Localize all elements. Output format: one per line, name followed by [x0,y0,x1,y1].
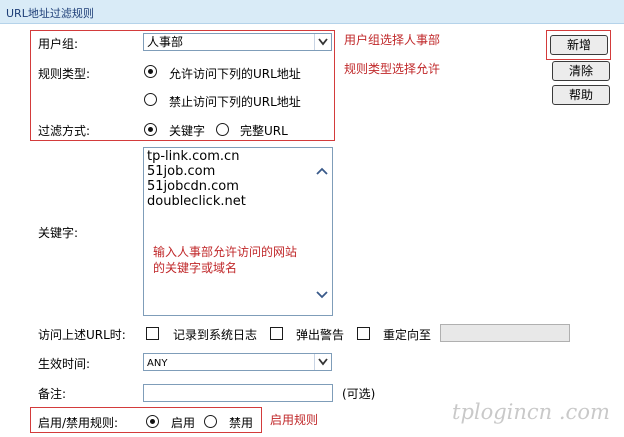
keywords-textarea[interactable]: tp-link.com.cn 51job.com 51jobcdn.com do… [143,147,333,316]
enable-rule-label: 启用/禁用规则: [38,416,119,430]
disable-label: 禁用 [229,416,254,430]
keyword-line: tp-link.com.cn [147,149,240,164]
disable-radio[interactable] [204,415,217,428]
filter-mode-full-url-label: 完整URL [240,124,288,138]
note-label: 备注: [38,387,67,401]
filter-mode-label: 过滤方式: [38,124,91,138]
note-optional-hint: (可选) [342,387,376,401]
section-header: URL地址过滤规则 [0,0,624,24]
enable-label: 启用 [171,416,196,430]
chevron-down-icon[interactable] [314,354,331,370]
rule-type-allow-radio[interactable] [144,65,157,78]
url-action-label: 访问上述URL时: [38,328,126,342]
effective-time-select[interactable]: ANY [143,353,332,371]
log-checkbox[interactable] [146,327,159,340]
filter-mode-keyword-radio[interactable] [144,123,157,136]
keyword-line: 51jobcdn.com [147,179,239,194]
filter-mode-keyword-label: 关键字 [169,124,206,138]
annotation-user-group: 用户组选择人事部 [344,33,441,47]
alert-checkbox[interactable] [270,327,283,340]
add-button[interactable]: 新增 [550,35,608,55]
annotation-keywords-line2: 的关键字或域名 [153,261,238,275]
alert-label: 弹出警告 [296,328,345,342]
effective-time-value: ANY [147,358,168,369]
help-button[interactable]: 帮助 [552,85,610,105]
redirect-checkbox[interactable] [357,327,370,340]
scroll-down-icon[interactable] [316,288,328,302]
redirect-label: 重定向至 [383,328,432,342]
log-label: 记录到系统日志 [173,328,258,342]
filter-mode-full-url-radio[interactable] [216,123,229,136]
note-input[interactable] [143,384,333,402]
clear-button[interactable]: 清除 [552,61,610,81]
scroll-up-icon[interactable] [316,164,328,178]
enable-radio[interactable] [146,415,159,428]
keyword-line: doubleclick.net [147,194,246,209]
chevron-down-icon[interactable] [314,34,331,50]
rule-type-deny-label: 禁止访问下列的URL地址 [169,95,301,109]
watermark: tplogincn .com [452,400,610,424]
annotation-keywords-line1: 输入人事部允许访问的网站 [153,245,298,259]
effective-time-label: 生效时间: [38,357,91,371]
keyword-line: 51job.com [147,164,216,179]
user-group-select[interactable]: 人事部 [143,33,332,51]
keywords-list: tp-link.com.cn 51job.com 51jobcdn.com do… [147,149,246,209]
keywords-label: 关键字: [38,226,79,240]
user-group-label: 用户组: [38,37,79,51]
user-group-value: 人事部 [147,35,184,49]
redirect-url-input[interactable] [440,324,570,342]
rule-type-deny-radio[interactable] [144,93,157,106]
section-title: URL地址过滤规则 [6,7,94,20]
rule-type-allow-label: 允许访问下列的URL地址 [169,67,301,81]
annotation-rule-type: 规则类型选择允许 [344,62,441,76]
annotation-enable: 启用规则 [270,413,319,427]
rule-type-label: 规则类型: [38,67,91,81]
